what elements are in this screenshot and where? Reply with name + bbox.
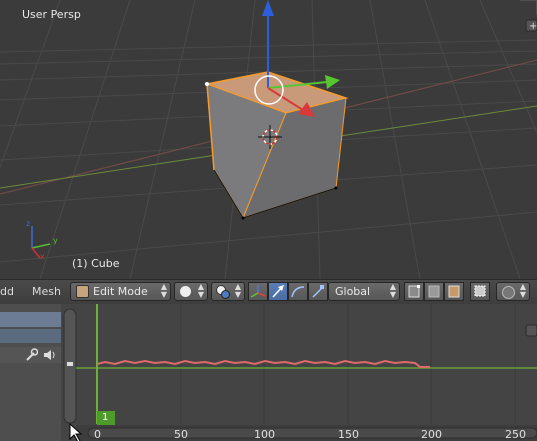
orientation-select-label: Global bbox=[335, 285, 371, 298]
translate-manipulator-icon bbox=[272, 285, 284, 298]
view-label: User Persp bbox=[22, 8, 81, 21]
proportional-editing-select[interactable]: ▲ ▼ bbox=[496, 282, 530, 301]
face-select-icon bbox=[448, 285, 460, 298]
pivot-point-select[interactable]: ▲ ▼ bbox=[211, 282, 245, 301]
timeline-canvas[interactable] bbox=[0, 304, 537, 441]
viewport-canvas[interactable]: + bbox=[0, 0, 537, 279]
horizontal-scrollbar[interactable] bbox=[87, 427, 537, 439]
frame-tick-50: 50 bbox=[174, 428, 188, 441]
edit-mode-icon bbox=[76, 285, 89, 298]
updown-arrows-icon: ▲ ▼ bbox=[160, 282, 167, 299]
frame-tick-250: 250 bbox=[505, 428, 526, 441]
viewport-shading-icon bbox=[180, 286, 191, 297]
scale-manipulator-button[interactable] bbox=[308, 282, 328, 301]
vertex-select-button[interactable] bbox=[404, 282, 424, 301]
3d-viewport[interactable]: + User Persp (1) Cube z y x bbox=[0, 0, 537, 279]
face-select-button[interactable] bbox=[444, 282, 464, 301]
edge-select-button[interactable] bbox=[424, 282, 444, 301]
current-frame-number: 1 bbox=[102, 412, 109, 423]
mode-select[interactable]: Edit Mode ▲ ▼ bbox=[70, 282, 171, 301]
rotate-manipulator-icon bbox=[291, 286, 305, 298]
axis-y-label: y bbox=[53, 236, 58, 245]
rotate-manipulator-button[interactable] bbox=[288, 282, 308, 301]
occlude-geometry-button[interactable] bbox=[470, 282, 490, 301]
occlude-geometry-icon bbox=[474, 285, 486, 297]
edge-select-icon bbox=[428, 285, 440, 298]
updown-arrows-icon: ▲ ▼ bbox=[519, 282, 526, 299]
manipulator-toggle-button[interactable] bbox=[248, 282, 268, 301]
scale-manipulator-icon bbox=[312, 285, 324, 298]
svg-text:+: + bbox=[529, 21, 537, 32]
updown-arrows-icon: ▲ ▼ bbox=[197, 282, 204, 299]
menu-add[interactable]: dd bbox=[0, 285, 14, 298]
viewport-shading-select[interactable]: ▲ ▼ bbox=[174, 282, 208, 301]
transform-orientation-select[interactable]: Global ▲ ▼ bbox=[328, 282, 400, 301]
area-split-icon[interactable]: + bbox=[520, 0, 537, 32]
updown-arrows-icon: ▲ ▼ bbox=[234, 282, 241, 299]
cube-mesh[interactable] bbox=[204, 71, 349, 220]
frame-tick-100: 100 bbox=[254, 428, 275, 441]
updown-arrows-icon: ▲ ▼ bbox=[389, 282, 396, 299]
frame-tick-200: 200 bbox=[421, 428, 442, 441]
area-split-icon[interactable] bbox=[525, 324, 537, 337]
proportional-editing-icon bbox=[502, 286, 515, 299]
manipulator-toggle-icon bbox=[250, 285, 266, 298]
timeline-editor[interactable]: 1 0 50 100 150 200 250 bbox=[0, 304, 537, 441]
mode-select-label: Edit Mode bbox=[93, 285, 148, 298]
menu-mesh[interactable]: Mesh bbox=[32, 285, 61, 298]
axis-z-label: z bbox=[26, 219, 31, 228]
object-label: (1) Cube bbox=[72, 257, 120, 270]
scrollbar-grip-icon bbox=[67, 362, 73, 366]
vertex-select-icon bbox=[408, 285, 420, 298]
frame-tick-150: 150 bbox=[338, 428, 359, 441]
translate-manipulator-button[interactable] bbox=[268, 282, 288, 301]
axis-x-label: x bbox=[40, 252, 45, 261]
viewport-header: dd Mesh Edit Mode ▲ ▼ ▲ ▼ ▲ ▼ Global ▲ ▼… bbox=[0, 279, 537, 305]
frame-tick-0: 0 bbox=[94, 428, 101, 441]
